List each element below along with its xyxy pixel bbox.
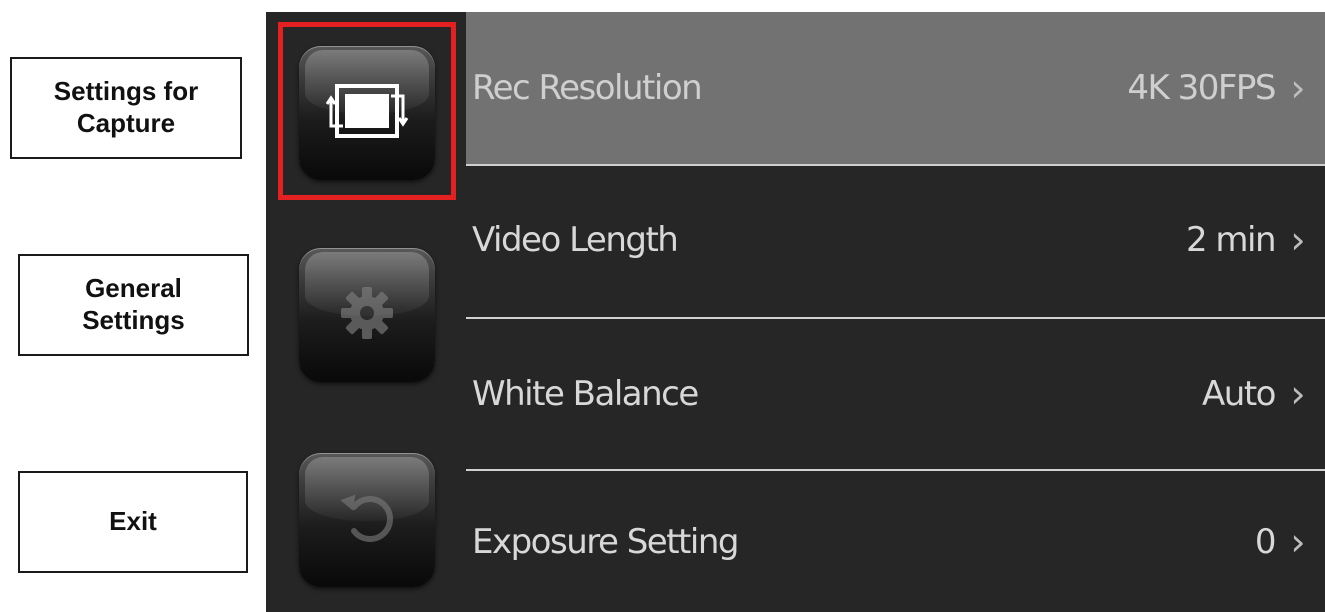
- callout-capture-line2: Capture: [76, 108, 176, 138]
- menu-row-rec-resolution[interactable]: Rec Resolution 4K 30FPS ›: [466, 12, 1325, 164]
- sidebar: [266, 12, 466, 612]
- menu-row-exposure-setting[interactable]: Exposure Setting 0 ›: [466, 471, 1325, 612]
- video-camera-icon: [323, 78, 411, 149]
- callout-capture-line1: Settings for: [53, 76, 199, 107]
- exit-button[interactable]: [299, 453, 435, 587]
- row-label: Rec Resolution: [472, 68, 703, 108]
- menu-row-video-length[interactable]: Video Length 2 min ›: [466, 164, 1325, 316]
- capture-settings-button[interactable]: [299, 46, 435, 180]
- callout-exit: Exit: [18, 471, 248, 573]
- callout-exit-text: Exit: [109, 506, 157, 537]
- row-value: 2 min: [1185, 220, 1277, 260]
- row-value: Auto: [1202, 373, 1276, 414]
- back-arrow-icon: [332, 483, 402, 558]
- gear-icon: [337, 283, 397, 348]
- chevron-right-icon: ›: [1290, 371, 1306, 416]
- device-screen: Rec Resolution 4K 30FPS › Video Length 2…: [266, 12, 1325, 612]
- callout-general-settings: General Settings: [18, 254, 249, 356]
- row-value: 0: [1254, 521, 1277, 562]
- row-label: White Balance: [472, 373, 699, 414]
- menu-row-white-balance[interactable]: White Balance Auto ›: [466, 318, 1325, 469]
- chevron-right-icon: ›: [1290, 66, 1306, 110]
- callout-settings-for-capture: Settings for Capture: [10, 57, 242, 159]
- general-settings-button[interactable]: [299, 248, 435, 382]
- row-label: Video Length: [472, 220, 679, 260]
- callout-general-line2: Settings: [82, 305, 185, 335]
- row-label: Exposure Setting: [472, 521, 739, 562]
- callout-general-line1: General: [85, 273, 182, 304]
- chevron-right-icon: ›: [1290, 519, 1306, 564]
- chevron-right-icon: ›: [1290, 218, 1306, 262]
- row-value: 4K 30FPS: [1127, 68, 1276, 108]
